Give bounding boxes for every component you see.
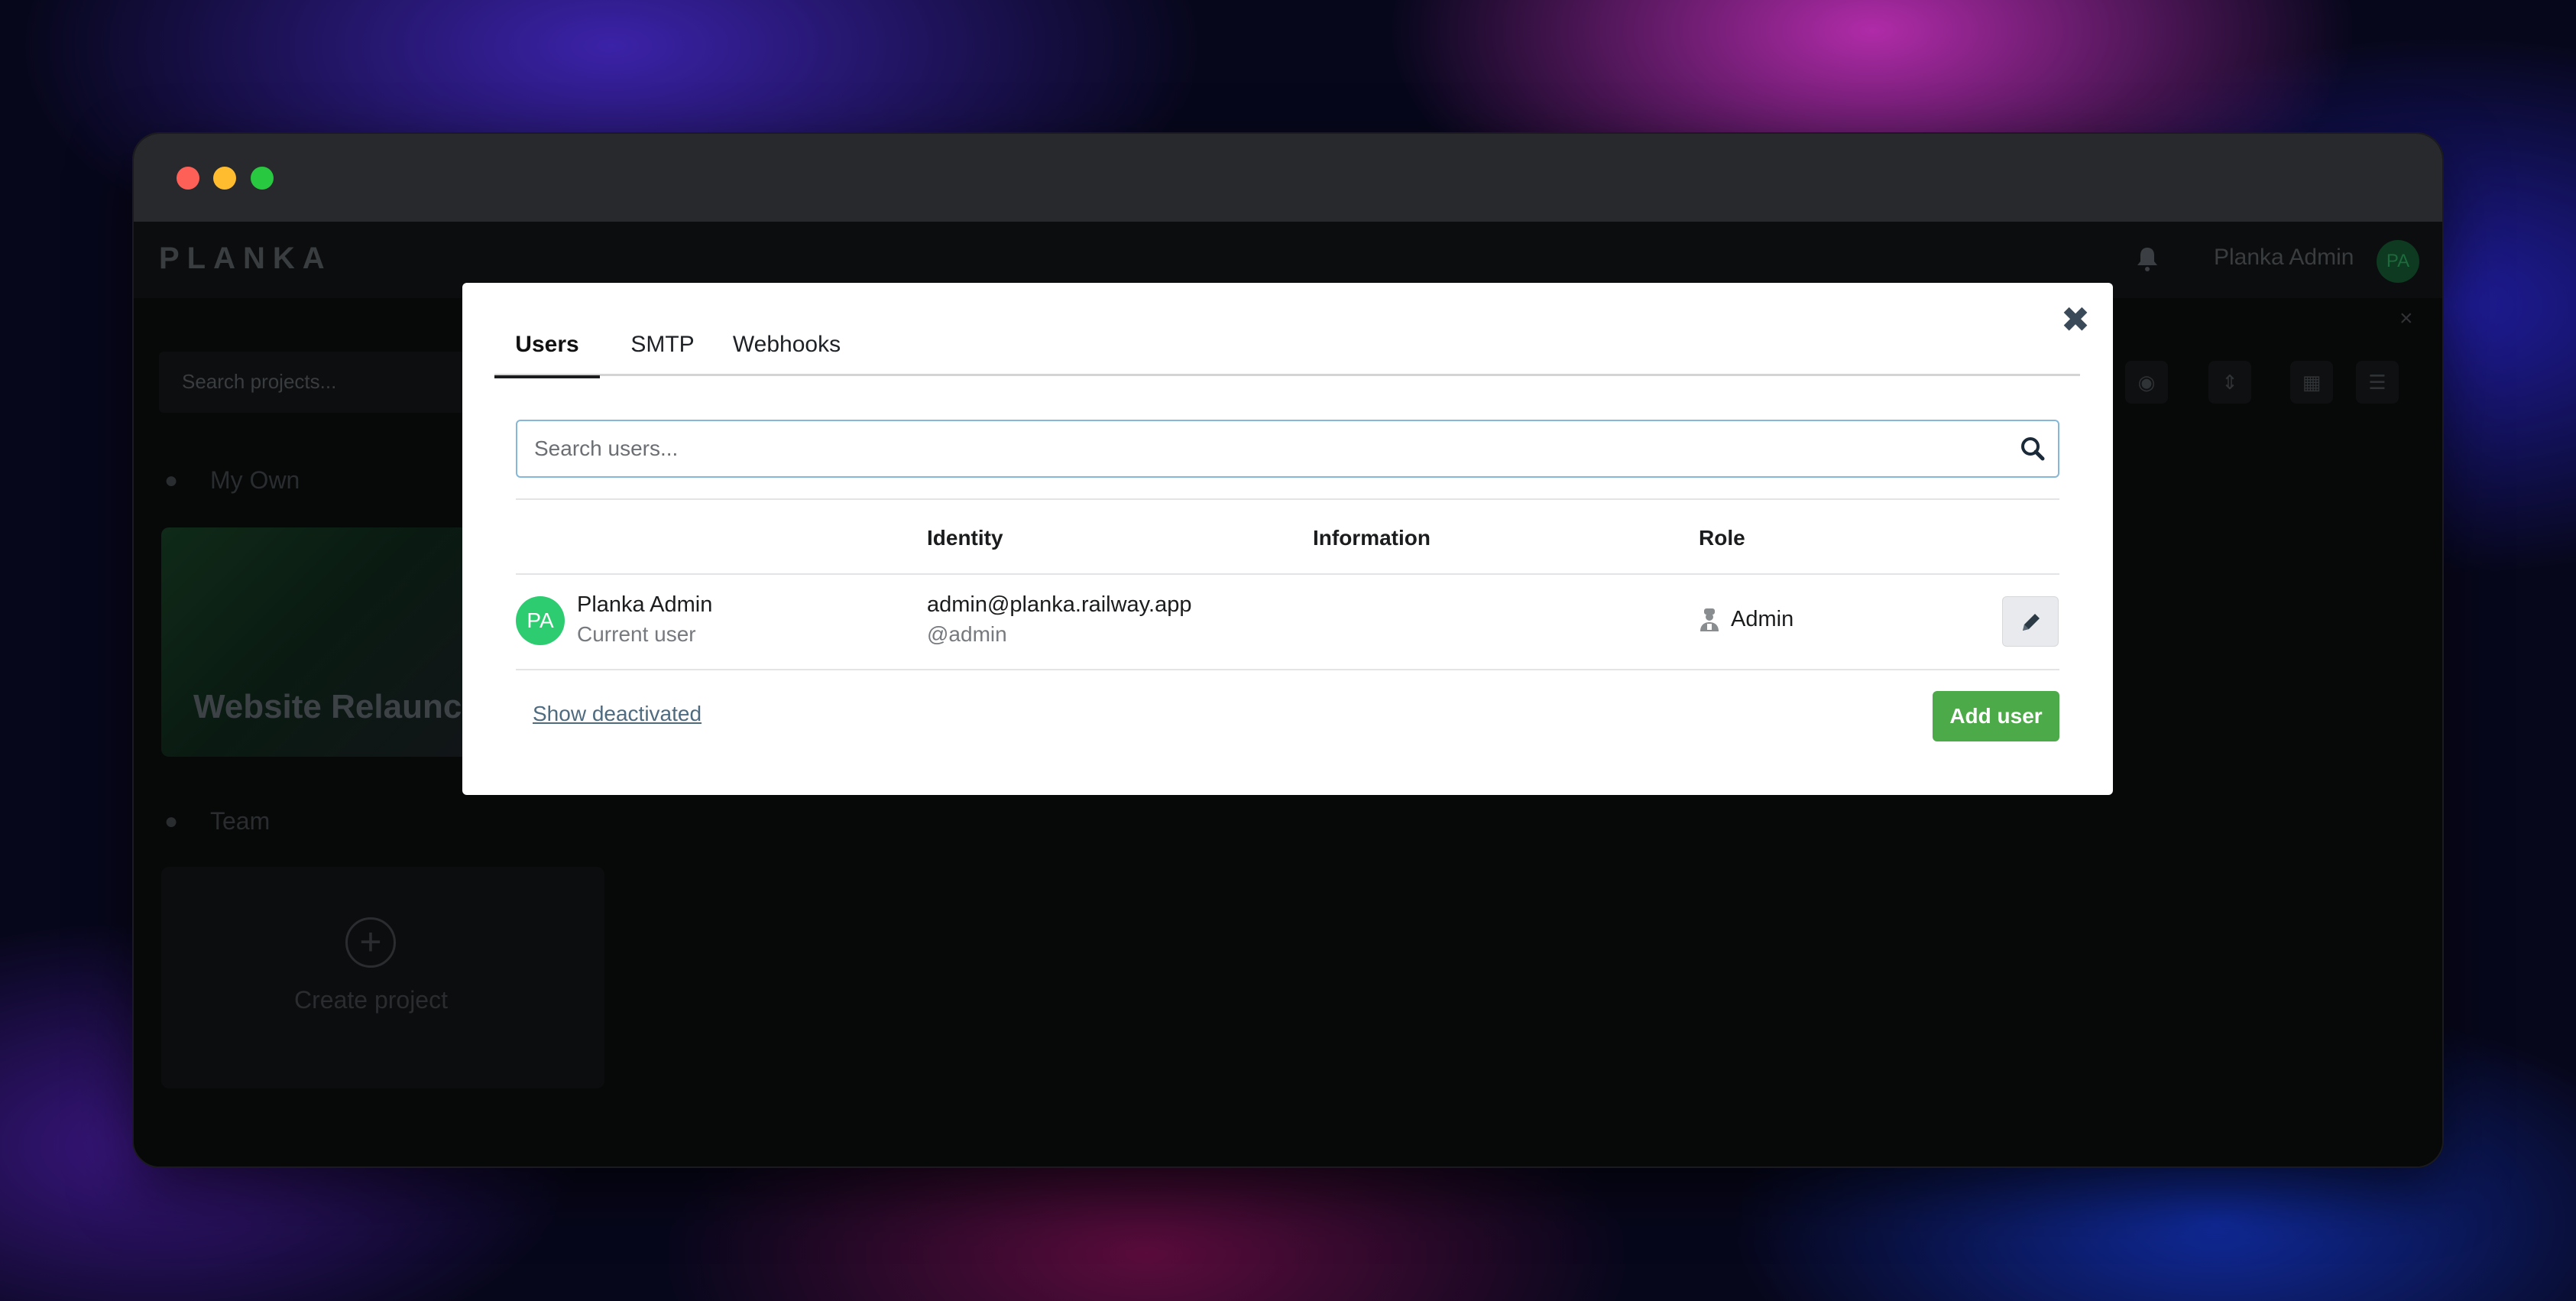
admin-modal: ✖ Users SMTP Webhooks Identity Informati…	[462, 283, 2113, 795]
plus-icon: +	[345, 917, 396, 968]
user-icon: ●	[164, 468, 179, 493]
column-role: Role	[1699, 526, 1745, 550]
section-my-own: My Own	[210, 466, 300, 494]
tab-users[interactable]: Users	[494, 321, 600, 378]
team-icon: ●	[164, 809, 179, 834]
table-header-divider	[516, 573, 2059, 575]
table-divider-bottom	[516, 669, 2059, 670]
user-username: @admin	[927, 622, 1007, 646]
create-project-card[interactable]	[161, 867, 604, 1088]
window-titlebar	[134, 134, 2442, 222]
window-close-button[interactable]	[177, 167, 199, 190]
header-avatar[interactable]: PA	[2377, 240, 2419, 283]
header-user-name[interactable]: Planka Admin	[2214, 245, 2354, 271]
user-email: admin@planka.railway.app	[927, 592, 1192, 617]
tab-smtp[interactable]: SMTP	[617, 321, 708, 376]
banner-close-icon[interactable]: ×	[2399, 306, 2413, 332]
table-divider-top	[516, 498, 2059, 500]
window-maximize-button[interactable]	[251, 167, 274, 190]
search-icon[interactable]	[2019, 435, 2046, 462]
add-user-button[interactable]: Add user	[1933, 691, 2059, 741]
grid-view-icon[interactable]: ▦	[2290, 361, 2333, 404]
window-minimize-button[interactable]	[213, 167, 236, 190]
column-identity: Identity	[927, 526, 1003, 550]
bell-icon[interactable]	[2136, 246, 2159, 272]
pencil-icon	[2023, 614, 2040, 631]
column-information: Information	[1313, 526, 1431, 550]
user-role: Admin	[1731, 607, 1794, 631]
edit-user-button[interactable]	[2002, 596, 2059, 647]
user-name: Planka Admin	[577, 592, 713, 617]
brand-logo: PLANKA	[159, 242, 332, 275]
project-title: Website Relaunch	[193, 688, 483, 725]
search-field[interactable]	[516, 420, 2059, 478]
list-view-icon[interactable]: ☰	[2356, 361, 2399, 404]
user-subtitle: Current user	[577, 622, 696, 646]
section-team: Team	[210, 807, 271, 835]
create-project-label: Create project	[294, 986, 448, 1014]
sort-icon[interactable]: ⇕	[2208, 361, 2251, 404]
admin-icon	[1700, 608, 1719, 631]
modal-tabs: Users SMTP Webhooks	[494, 321, 2080, 378]
show-deactivated-link[interactable]: Show deactivated	[533, 702, 702, 726]
tab-webhooks[interactable]: Webhooks	[724, 321, 850, 376]
search-input[interactable]	[534, 421, 1986, 476]
eye-icon[interactable]: ◉	[2125, 361, 2168, 404]
avatar: PA	[516, 596, 565, 645]
